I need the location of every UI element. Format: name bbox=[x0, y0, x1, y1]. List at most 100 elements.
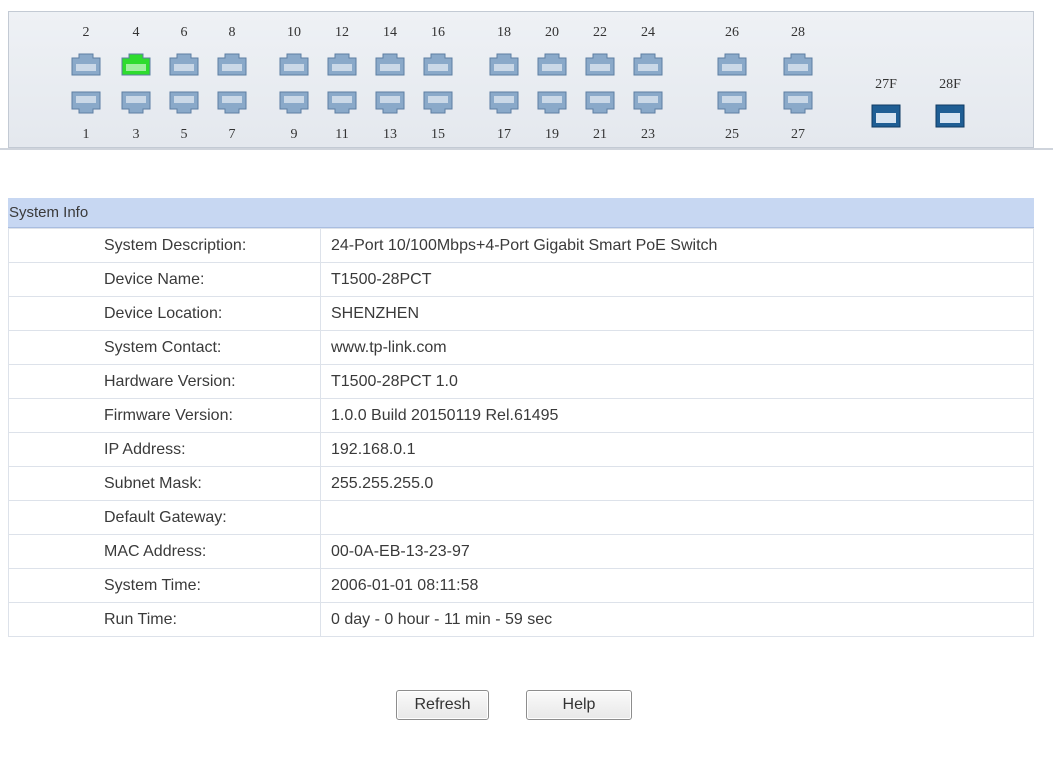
port-16[interactable] bbox=[423, 53, 453, 76]
port-number-label: 21 bbox=[593, 127, 607, 142]
port-number-label: 27 bbox=[791, 127, 805, 142]
info-row-label: Default Gateway: bbox=[8, 500, 321, 535]
port-1[interactable] bbox=[71, 91, 101, 114]
info-row-value: www.tp-link.com bbox=[320, 330, 1034, 365]
port-number-label: 16 bbox=[431, 25, 445, 40]
sfp-port-label: 27F bbox=[875, 77, 897, 92]
sfp-port-label: 28F bbox=[939, 77, 961, 92]
port-number-label: 6 bbox=[180, 25, 188, 40]
port-number-label: 11 bbox=[335, 127, 349, 142]
info-row-label: System Description: bbox=[8, 228, 321, 263]
port-number-label: 20 bbox=[545, 25, 559, 40]
port-18[interactable] bbox=[489, 53, 519, 76]
port-9[interactable] bbox=[279, 91, 309, 114]
info-row-value: T1500-28PCT 1.0 bbox=[320, 364, 1034, 399]
system-info-header: System Info bbox=[8, 198, 1034, 228]
info-row-value: 0 day - 0 hour - 11 min - 59 sec bbox=[320, 602, 1034, 637]
port-number-label: 19 bbox=[545, 127, 559, 142]
info-row: Hardware Version: T1500-28PCT 1.0 bbox=[8, 364, 1034, 399]
port-2[interactable] bbox=[71, 53, 101, 76]
info-row-value: 1.0.0 Build 20150119 Rel.61495 bbox=[320, 398, 1034, 433]
info-row-value: SHENZHEN bbox=[320, 296, 1034, 331]
info-row-label: Subnet Mask: bbox=[8, 466, 321, 501]
info-row-label: Run Time: bbox=[8, 602, 321, 637]
info-row-value: 24-Port 10/100Mbps+4-Port Gigabit Smart … bbox=[320, 228, 1034, 263]
info-row-label: MAC Address: bbox=[8, 534, 321, 569]
info-row: MAC Address: 00-0A-EB-13-23-97 bbox=[8, 534, 1034, 569]
port-14[interactable] bbox=[375, 53, 405, 76]
port-number-label: 7 bbox=[228, 127, 236, 142]
port-number-label: 25 bbox=[725, 127, 739, 142]
info-row: Subnet Mask: 255.255.255.0 bbox=[8, 466, 1034, 501]
port-number-label: 23 bbox=[641, 127, 655, 142]
info-row: Device Location: SHENZHEN bbox=[8, 296, 1034, 331]
info-row: IP Address: 192.168.0.1 bbox=[8, 432, 1034, 467]
port-7[interactable] bbox=[217, 91, 247, 114]
port-11[interactable] bbox=[327, 91, 357, 114]
port-number-label: 18 bbox=[497, 25, 511, 40]
port-number-label: 14 bbox=[383, 25, 397, 40]
port-number-label: 3 bbox=[132, 127, 140, 142]
port-28[interactable] bbox=[783, 53, 813, 76]
port-number-label: 24 bbox=[641, 25, 655, 40]
port-number-label: 12 bbox=[335, 25, 349, 40]
info-row: System Time: 2006-01-01 08:11:58 bbox=[8, 568, 1034, 603]
info-row-label: System Contact: bbox=[8, 330, 321, 365]
info-row-label: IP Address: bbox=[8, 432, 321, 467]
port-13[interactable] bbox=[375, 91, 405, 114]
port-number-label: 8 bbox=[228, 25, 236, 40]
port-26[interactable] bbox=[717, 53, 747, 76]
port-number-label: 1 bbox=[82, 127, 90, 142]
help-button[interactable]: Help bbox=[526, 690, 632, 720]
system-info-table: System Description: 24-Port 10/100Mbps+4-… bbox=[8, 228, 1034, 637]
panel-divider bbox=[0, 148, 1053, 150]
port-27[interactable] bbox=[783, 91, 813, 114]
info-row-value bbox=[320, 500, 1034, 535]
port-number-label: 10 bbox=[287, 25, 301, 40]
sfp-port-28F[interactable] bbox=[935, 104, 965, 128]
port-number-label: 4 bbox=[132, 25, 140, 40]
info-row: Default Gateway: bbox=[8, 500, 1034, 535]
port-8[interactable] bbox=[217, 53, 247, 76]
port-15[interactable] bbox=[423, 91, 453, 114]
info-row: Firmware Version: 1.0.0 Build 20150119 Re… bbox=[8, 398, 1034, 433]
info-row: Device Name: T1500-28PCT bbox=[8, 262, 1034, 297]
info-row-label: System Time: bbox=[8, 568, 321, 603]
info-row-label: Firmware Version: bbox=[8, 398, 321, 433]
port-number-label: 17 bbox=[497, 127, 511, 142]
info-row-value: 255.255.255.0 bbox=[320, 466, 1034, 501]
info-row: Run Time: 0 day - 0 hour - 11 min - 59 se… bbox=[8, 602, 1034, 637]
port-19[interactable] bbox=[537, 91, 567, 114]
sfp-port-27F[interactable] bbox=[871, 104, 901, 128]
port-4[interactable] bbox=[121, 53, 151, 76]
port-number-label: 2 bbox=[82, 25, 90, 40]
port-number-label: 9 bbox=[290, 127, 298, 142]
port-20[interactable] bbox=[537, 53, 567, 76]
port-25[interactable] bbox=[717, 91, 747, 114]
info-row-label: Device Name: bbox=[8, 262, 321, 297]
port-3[interactable] bbox=[121, 91, 151, 114]
port-5[interactable] bbox=[169, 91, 199, 114]
info-row-label: Device Location: bbox=[8, 296, 321, 331]
port-22[interactable] bbox=[585, 53, 615, 76]
info-row-label: Hardware Version: bbox=[8, 364, 321, 399]
info-row-value: 2006-01-01 08:11:58 bbox=[320, 568, 1034, 603]
info-row-value: 00-0A-EB-13-23-97 bbox=[320, 534, 1034, 569]
port-number-label: 26 bbox=[725, 25, 739, 40]
info-row: System Contact: www.tp-link.com bbox=[8, 330, 1034, 365]
port-17[interactable] bbox=[489, 91, 519, 114]
port-23[interactable] bbox=[633, 91, 663, 114]
port-number-label: 13 bbox=[383, 127, 397, 142]
port-21[interactable] bbox=[585, 91, 615, 114]
info-row: System Description: 24-Port 10/100Mbps+4-… bbox=[8, 228, 1034, 263]
port-12[interactable] bbox=[327, 53, 357, 76]
port-6[interactable] bbox=[169, 53, 199, 76]
port-number-label: 28 bbox=[791, 25, 805, 40]
info-row-value: 192.168.0.1 bbox=[320, 432, 1034, 467]
port-10[interactable] bbox=[279, 53, 309, 76]
port-24[interactable] bbox=[633, 53, 663, 76]
refresh-button[interactable]: Refresh bbox=[396, 690, 489, 720]
switch-front-panel: 2 4 6 8 10 12 14 16 18 20 22 24 26 28 1 3 5 7 9 11 13 15 17 19 2… bbox=[8, 11, 1034, 148]
port-number-label: 15 bbox=[431, 127, 445, 142]
info-row-value: T1500-28PCT bbox=[320, 262, 1034, 297]
